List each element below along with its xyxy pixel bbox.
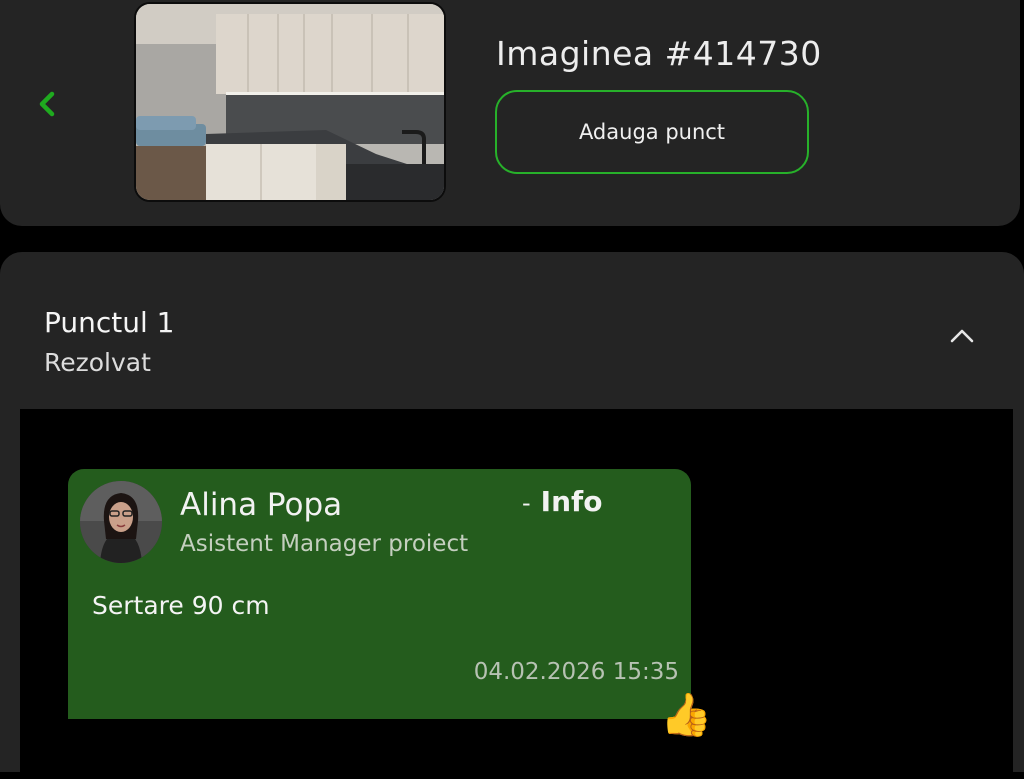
message-timestamp: 04.02.2026 15:35 [473,659,679,685]
message-text: Sertare 90 cm [92,591,270,620]
image-header-card: Imaginea #414730 Adauga punct [0,0,1020,226]
add-point-button-label: Adauga punct [578,120,726,144]
add-point-button[interactable]: Adauga punct [495,90,809,174]
tag-separator: - [522,489,531,517]
author-role: Asistent Manager proiect [180,531,469,557]
image-thumbnail[interactable] [134,2,446,202]
message-bubble[interactable]: Alina Popa - Info Asistent Manager proiec… [68,469,712,736]
kitchen-photo [136,4,444,200]
chevron-left-icon[interactable] [30,86,66,122]
thumbs-up-icon[interactable]: 👍 [660,694,712,736]
chevron-up-icon[interactable] [944,318,980,354]
author-name: Alina Popa [180,487,343,523]
message-list: Alina Popa - Info Asistent Manager proiec… [20,409,1013,779]
tag-label: Info [540,485,603,518]
point-title: Punctul 1 [44,306,175,339]
avatar [80,481,162,563]
point-card: Punctul 1 Rezolvat Alina Popa - Info Asi… [0,252,1024,779]
image-title: Imaginea #414730 [496,34,822,73]
point-status: Rezolvat [44,348,151,377]
message-tag: - Info [522,485,602,518]
